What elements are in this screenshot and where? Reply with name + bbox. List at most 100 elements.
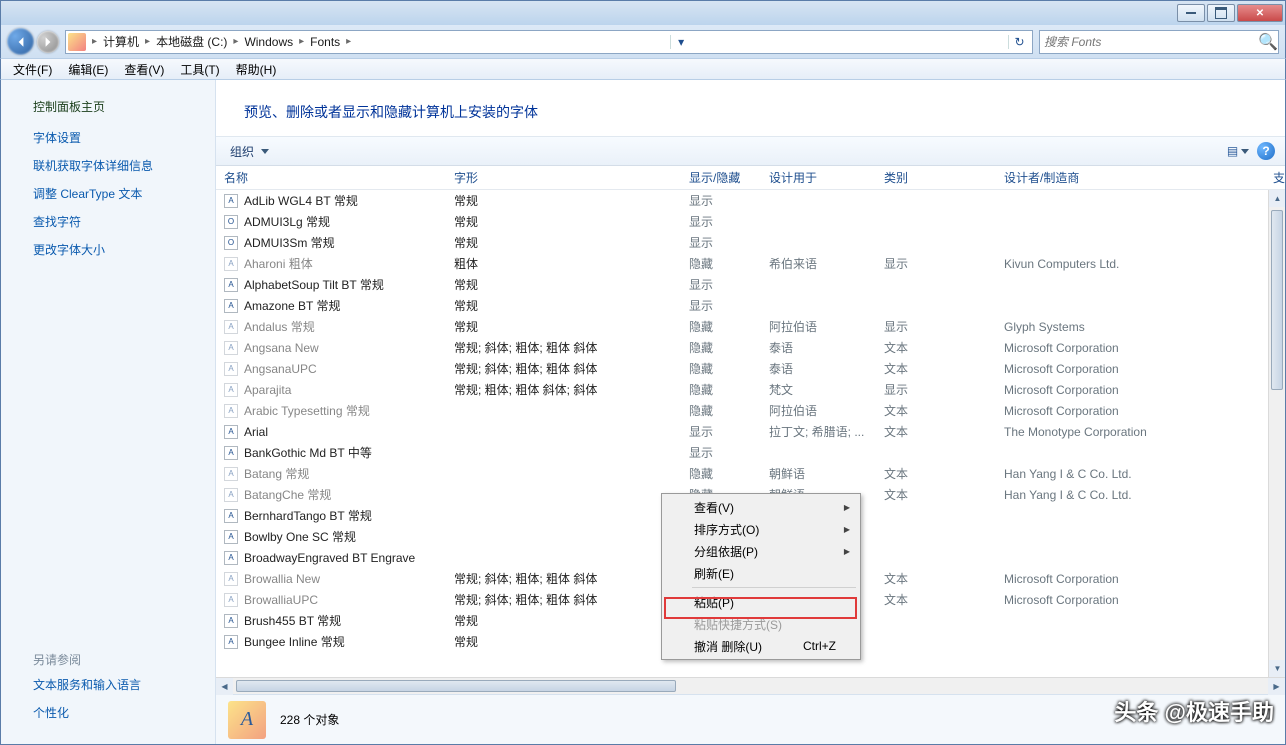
address-bar[interactable]: ▸ 计算机 ▸ 本地磁盘 (C:) ▸ Windows ▸ Fonts ▸ ▾ … [65, 30, 1033, 54]
chevron-right-icon[interactable]: ▸ [297, 36, 306, 47]
folder-icon [68, 33, 86, 51]
menu-edit[interactable]: 编辑(E) [60, 59, 116, 80]
font-row[interactable]: OADMUI3Lg 常规常规显示可 [216, 211, 1285, 232]
status-count: 228 个对象 [280, 711, 339, 728]
font-row[interactable]: AAdLib WGL4 BT 常规常规显示可 [216, 190, 1285, 211]
font-row[interactable]: AAmazone BT 常规常规显示打 [216, 295, 1285, 316]
titlebar [0, 0, 1286, 25]
breadcrumb-fonts[interactable]: Fonts [306, 35, 344, 49]
menu-file[interactable]: 文件(F) [5, 59, 60, 80]
ctx-paste[interactable]: 粘贴(P) [664, 591, 858, 613]
scroll-left-button[interactable]: ◀ [216, 678, 233, 695]
sidebar-link[interactable]: 文本服务和输入语言 [33, 676, 197, 694]
font-icon: A [224, 194, 238, 208]
col-name[interactable]: 名称 [216, 169, 446, 186]
breadcrumb-windows[interactable]: Windows [240, 35, 297, 49]
breadcrumb-drive[interactable]: 本地磁盘 (C:) [152, 33, 231, 50]
scroll-up-button[interactable]: ▲ [1269, 190, 1285, 207]
forward-button[interactable] [37, 31, 59, 53]
organize-button[interactable]: 组织 [226, 141, 273, 162]
font-row[interactable]: AArial显示拉丁文; 希腊语; ...文本The Monotype Corp… [216, 421, 1285, 442]
navigation-bar: ▸ 计算机 ▸ 本地磁盘 (C:) ▸ Windows ▸ Fonts ▸ ▾ … [0, 25, 1286, 58]
font-icon: A [224, 404, 238, 418]
col-show[interactable]: 显示/隐藏 [681, 169, 761, 186]
window-body: 控制面板主页 字体设置 联机获取字体详细信息 调整 ClearType 文本 查… [0, 80, 1286, 745]
column-headers: 名称 字形 显示/隐藏 设计用于 类别 设计者/制造商 支 [216, 166, 1285, 190]
sidebar: 控制面板主页 字体设置 联机获取字体详细信息 调整 ClearType 文本 查… [1, 80, 216, 744]
font-row[interactable]: AAlphabetSoup Tilt BT 常规常规显示打 [216, 274, 1285, 295]
col-cat[interactable]: 类别 [876, 169, 996, 186]
ctx-undo[interactable]: 撤消 删除(U)Ctrl+Z [664, 635, 858, 657]
font-icon: A [224, 320, 238, 334]
page-heading: 预览、删除或者显示和隐藏计算机上安装的字体 [216, 80, 1285, 136]
chevron-right-icon[interactable]: ▸ [344, 36, 353, 47]
col-ext[interactable]: 支 [1265, 169, 1285, 186]
font-row[interactable]: AAngsana New常规; 斜体; 粗体; 粗体 斜体隐藏泰语文本Micro… [216, 337, 1285, 358]
font-row[interactable]: AArabic Typesetting 常规隐藏阿拉伯语文本Microsoft … [216, 400, 1285, 421]
watermark: 头条 @极速手助 [1114, 695, 1274, 727]
ctx-view[interactable]: 查看(V) [664, 496, 858, 518]
font-row[interactable]: ABatang 常规隐藏朝鲜语文本Han Yang I & C Co. Ltd.… [216, 463, 1285, 484]
font-icon: A [224, 530, 238, 544]
menu-bar: 文件(F) 编辑(E) 查看(V) 工具(T) 帮助(H) [0, 58, 1286, 80]
font-icon: A [224, 572, 238, 586]
maximize-button[interactable] [1207, 4, 1235, 22]
view-button[interactable]: ▤ [1229, 143, 1247, 159]
horizontal-scrollbar[interactable]: ◀ ▶ [216, 677, 1285, 694]
ctx-paste-shortcut: 粘贴快捷方式(S) [664, 613, 858, 635]
sidebar-link[interactable]: 个性化 [33, 704, 197, 722]
context-menu: 查看(V) 排序方式(O) 分组依据(P) 刷新(E) 粘贴(P) 粘贴快捷方式… [661, 493, 861, 660]
scroll-thumb[interactable] [1271, 210, 1283, 390]
font-icon: A [224, 383, 238, 397]
sidebar-link[interactable]: 更改字体大小 [33, 241, 197, 259]
menu-tools[interactable]: 工具(T) [172, 59, 227, 80]
font-row[interactable]: AAngsanaUPC常规; 斜体; 粗体; 粗体 斜体隐藏泰语文本Micros… [216, 358, 1285, 379]
sidebar-link[interactable]: 字体设置 [33, 129, 197, 147]
chevron-right-icon[interactable]: ▸ [143, 36, 152, 47]
font-icon: A [224, 299, 238, 313]
font-row[interactable]: OADMUI3Sm 常规常规显示可 [216, 232, 1285, 253]
sidebar-link[interactable]: 查找字符 [33, 213, 197, 231]
scroll-right-button[interactable]: ▶ [1268, 678, 1285, 695]
chevron-right-icon[interactable]: ▸ [90, 36, 99, 47]
refresh-button[interactable]: ↻ [1008, 35, 1030, 49]
ctx-refresh[interactable]: 刷新(E) [664, 562, 858, 584]
breadcrumb-computer[interactable]: 计算机 [99, 33, 143, 50]
font-row[interactable]: AAndalus 常规常规隐藏阿拉伯语显示Glyph Systems可 [216, 316, 1285, 337]
sidebar-link[interactable]: 联机获取字体详细信息 [33, 157, 197, 175]
font-icon: A [224, 635, 238, 649]
font-icon: A [224, 446, 238, 460]
font-row[interactable]: AAparajita常规; 粗体; 粗体 斜体; 斜体隐藏梵文显示Microso… [216, 379, 1285, 400]
font-row[interactable]: ABankGothic Md BT 中等显示打 [216, 442, 1285, 463]
search-icon[interactable]: 🔍 [1258, 32, 1274, 52]
ctx-group[interactable]: 分组依据(P) [664, 540, 858, 562]
font-row[interactable]: AAharoni 粗体粗体隐藏希伯来语显示Kivun Computers Ltd… [216, 253, 1285, 274]
menu-help[interactable]: 帮助(H) [228, 59, 285, 80]
search-box[interactable]: 🔍 [1039, 30, 1279, 54]
seealso-label: 另请参阅 [33, 651, 197, 668]
fonts-folder-icon: A [228, 701, 266, 739]
font-icon: A [224, 257, 238, 271]
font-icon: A [224, 341, 238, 355]
scroll-down-button[interactable]: ▼ [1269, 660, 1285, 677]
ctx-sort[interactable]: 排序方式(O) [664, 518, 858, 540]
font-icon: A [224, 488, 238, 502]
help-button[interactable]: ? [1257, 142, 1275, 160]
sidebar-link[interactable]: 调整 ClearType 文本 [33, 185, 197, 203]
chevron-right-icon[interactable]: ▸ [231, 36, 240, 47]
font-icon: O [224, 236, 238, 250]
sidebar-home[interactable]: 控制面板主页 [33, 98, 197, 115]
menu-view[interactable]: 查看(V) [116, 59, 172, 80]
col-style[interactable]: 字形 [446, 169, 681, 186]
scroll-thumb[interactable] [236, 680, 676, 692]
col-maker[interactable]: 设计者/制造商 [996, 169, 1265, 186]
close-button[interactable] [1237, 4, 1283, 22]
address-dropdown[interactable]: ▾ [670, 35, 692, 49]
search-input[interactable] [1044, 35, 1258, 49]
minimize-button[interactable] [1177, 4, 1205, 22]
font-icon: A [224, 614, 238, 628]
back-button[interactable] [7, 28, 34, 55]
col-for[interactable]: 设计用于 [761, 169, 876, 186]
font-icon: A [224, 362, 238, 376]
vertical-scrollbar[interactable]: ▲ ▼ [1268, 190, 1285, 677]
